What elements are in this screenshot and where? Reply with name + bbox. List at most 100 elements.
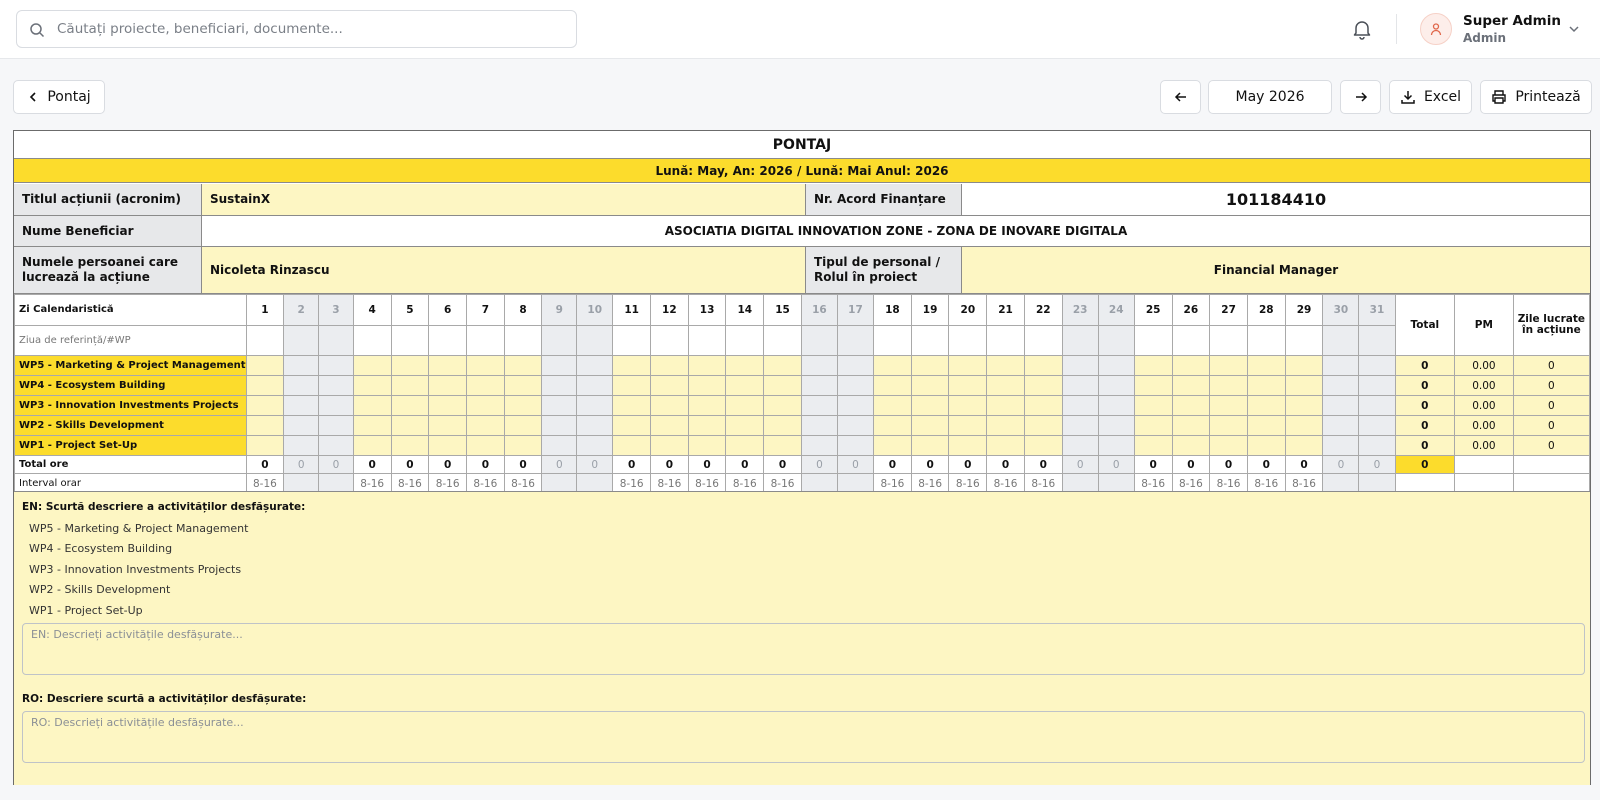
reference-cell[interactable]	[836, 325, 875, 356]
hours-cell[interactable]	[1097, 415, 1135, 436]
reference-cell[interactable]	[245, 325, 285, 356]
reference-cell[interactable]	[390, 325, 430, 356]
hours-cell[interactable]	[800, 355, 838, 376]
hours-cell[interactable]	[245, 395, 285, 416]
hours-cell[interactable]	[948, 435, 988, 456]
excel-export-button[interactable]: Excel	[1389, 80, 1472, 114]
en-description-textarea[interactable]	[22, 623, 1585, 675]
hours-cell[interactable]	[318, 395, 354, 416]
hours-cell[interactable]	[986, 435, 1025, 456]
reference-cell[interactable]	[1061, 325, 1099, 356]
hours-cell[interactable]	[725, 395, 765, 416]
hours-cell[interactable]	[1358, 355, 1396, 376]
hours-cell[interactable]	[541, 375, 578, 396]
reference-cell[interactable]	[800, 325, 838, 356]
ro-description-textarea[interactable]	[22, 711, 1585, 763]
hours-cell[interactable]	[612, 395, 651, 416]
reference-cell[interactable]	[1097, 325, 1135, 356]
hours-cell[interactable]	[1209, 355, 1248, 376]
reference-cell[interactable]	[725, 325, 765, 356]
hours-cell[interactable]	[390, 355, 430, 376]
hours-cell[interactable]	[986, 375, 1025, 396]
hours-cell[interactable]	[1322, 435, 1360, 456]
hours-cell[interactable]	[1358, 415, 1396, 436]
hours-cell[interactable]	[873, 435, 912, 456]
reference-cell[interactable]	[465, 325, 505, 356]
hours-cell[interactable]	[725, 415, 765, 436]
reference-cell[interactable]	[1284, 325, 1324, 356]
hours-cell[interactable]	[1284, 395, 1324, 416]
hours-cell[interactable]	[836, 375, 875, 396]
reference-cell[interactable]	[1023, 325, 1063, 356]
hours-cell[interactable]	[1133, 435, 1173, 456]
hours-cell[interactable]	[283, 415, 320, 436]
notifications-bell-icon[interactable]	[1350, 17, 1374, 41]
hours-cell[interactable]	[650, 415, 689, 436]
hours-cell[interactable]	[283, 375, 320, 396]
hours-cell[interactable]	[1358, 395, 1396, 416]
hours-cell[interactable]	[650, 435, 689, 456]
reference-cell[interactable]	[612, 325, 651, 356]
hours-cell[interactable]	[948, 355, 988, 376]
hours-cell[interactable]	[1358, 375, 1396, 396]
hours-cell[interactable]	[910, 355, 950, 376]
reference-cell[interactable]	[352, 325, 392, 356]
chevron-down-icon[interactable]	[1568, 23, 1580, 35]
hours-cell[interactable]	[1171, 395, 1211, 416]
hours-cell[interactable]	[352, 355, 392, 376]
hours-cell[interactable]	[836, 415, 875, 436]
hours-cell[interactable]	[612, 415, 651, 436]
hours-cell[interactable]	[318, 355, 354, 376]
hours-cell[interactable]	[763, 415, 802, 436]
hours-cell[interactable]	[503, 435, 543, 456]
hours-cell[interactable]	[687, 355, 727, 376]
hours-cell[interactable]	[503, 415, 543, 436]
hours-cell[interactable]	[948, 415, 988, 436]
hours-cell[interactable]	[283, 355, 320, 376]
reference-cell[interactable]	[986, 325, 1025, 356]
next-month-button[interactable]	[1340, 80, 1381, 114]
hours-cell[interactable]	[1023, 355, 1063, 376]
reference-cell[interactable]	[1358, 325, 1396, 356]
reference-cell[interactable]	[1171, 325, 1211, 356]
hours-cell[interactable]	[1133, 395, 1173, 416]
back-button[interactable]: Pontaj	[13, 80, 105, 114]
hours-cell[interactable]	[245, 435, 285, 456]
hours-cell[interactable]	[541, 415, 578, 436]
hours-cell[interactable]	[687, 375, 727, 396]
reference-cell[interactable]	[687, 325, 727, 356]
hours-cell[interactable]	[465, 355, 505, 376]
hours-cell[interactable]	[1246, 435, 1286, 456]
hours-cell[interactable]	[428, 435, 467, 456]
hours-cell[interactable]	[1171, 435, 1211, 456]
hours-cell[interactable]	[800, 395, 838, 416]
hours-cell[interactable]	[612, 435, 651, 456]
hours-cell[interactable]	[352, 415, 392, 436]
hours-cell[interactable]	[541, 355, 578, 376]
hours-cell[interactable]	[1246, 415, 1286, 436]
hours-cell[interactable]	[1284, 355, 1324, 376]
hours-cell[interactable]	[1322, 395, 1360, 416]
hours-cell[interactable]	[1133, 355, 1173, 376]
hours-cell[interactable]	[687, 415, 727, 436]
hours-cell[interactable]	[245, 375, 285, 396]
hours-cell[interactable]	[1061, 375, 1099, 396]
hours-cell[interactable]	[873, 355, 912, 376]
hours-cell[interactable]	[1023, 435, 1063, 456]
reference-cell[interactable]	[541, 325, 578, 356]
hours-cell[interactable]	[873, 375, 912, 396]
reference-cell[interactable]	[1209, 325, 1248, 356]
hours-cell[interactable]	[948, 395, 988, 416]
hours-cell[interactable]	[1209, 395, 1248, 416]
reference-cell[interactable]	[650, 325, 689, 356]
hours-cell[interactable]	[800, 415, 838, 436]
hours-cell[interactable]	[1097, 435, 1135, 456]
reference-cell[interactable]	[763, 325, 802, 356]
reference-cell[interactable]	[1322, 325, 1360, 356]
hours-cell[interactable]	[1171, 355, 1211, 376]
hours-cell[interactable]	[318, 415, 354, 436]
reference-cell[interactable]	[1246, 325, 1286, 356]
hours-cell[interactable]	[465, 375, 505, 396]
hours-cell[interactable]	[1209, 415, 1248, 436]
hours-cell[interactable]	[1246, 395, 1286, 416]
